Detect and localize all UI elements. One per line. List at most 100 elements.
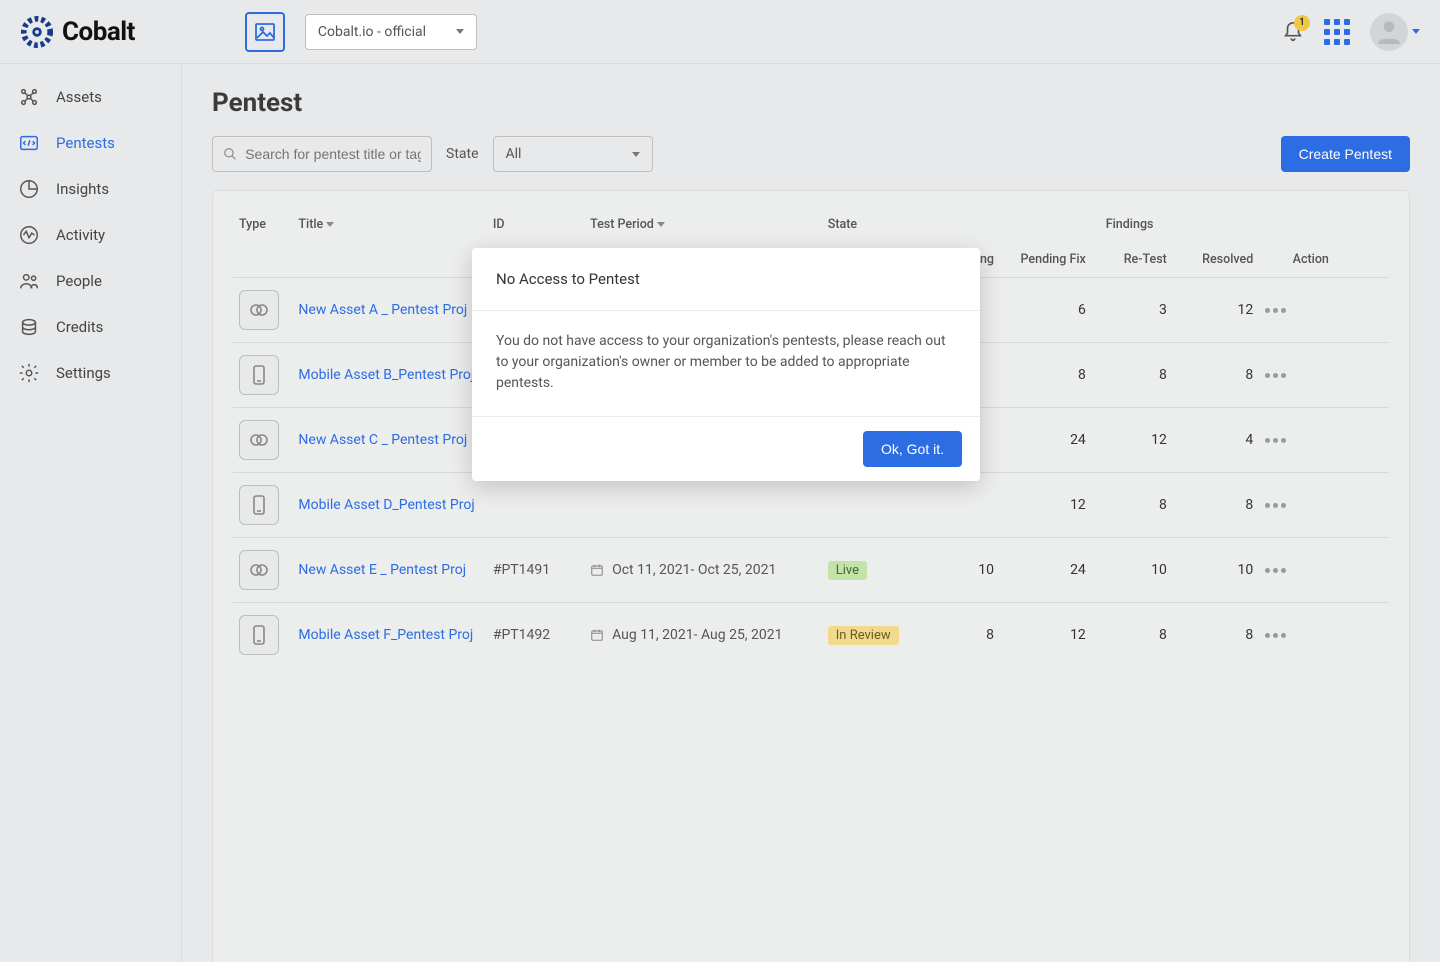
gear-icon <box>18 362 40 384</box>
pentest-title-link[interactable]: Mobile Asset D_Pentest Proj <box>298 497 474 513</box>
insights-icon <box>18 178 40 200</box>
brand-logo[interactable]: Cobalt <box>20 15 135 49</box>
row-action-menu[interactable] <box>1265 308 1329 313</box>
toolbar: State All Create Pentest <box>212 136 1410 172</box>
table-row: Mobile Asset D_Pentest Proj 12 8 8 <box>233 473 1389 538</box>
sidebar-item-insights[interactable]: Insights <box>0 166 181 212</box>
sidebar: Assets Pentests Insights Activity People <box>0 64 182 962</box>
state-filter-label: State <box>446 146 479 162</box>
pentest-title-link[interactable]: New Asset E _ Pentest Proj <box>298 562 466 578</box>
row-action-menu[interactable] <box>1265 503 1329 508</box>
cell-triaging: 10 <box>919 538 1000 603</box>
notification-badge: 1 <box>1294 15 1310 31</box>
pentest-title-link[interactable]: Mobile Asset B_Pentest Proj <box>298 367 474 383</box>
cell-pending-fix: 24 <box>1000 408 1092 473</box>
sidebar-item-label: Credits <box>56 318 103 336</box>
state-filter-select[interactable]: All <box>493 136 653 172</box>
web-icon <box>239 290 279 330</box>
search-box[interactable] <box>212 136 432 172</box>
sort-icon <box>326 222 334 227</box>
pentest-title-link[interactable]: Mobile Asset F_Pentest Proj <box>298 627 473 643</box>
org-selected-label: Cobalt.io - official <box>318 24 426 40</box>
state-badge: In Review <box>828 626 899 645</box>
avatar <box>1370 13 1408 51</box>
cell-retest: 8 <box>1092 473 1173 538</box>
cell-resolved: 10 <box>1173 538 1259 603</box>
image-placeholder-icon[interactable] <box>245 12 285 52</box>
assets-icon <box>18 86 40 108</box>
activity-icon <box>18 224 40 246</box>
col-resolved: Resolved <box>1173 242 1259 278</box>
no-access-modal: No Access to Pentest You do not have acc… <box>472 248 980 481</box>
web-icon <box>239 420 279 460</box>
col-state: State <box>822 207 919 242</box>
search-input[interactable] <box>245 146 421 162</box>
cell-retest: 3 <box>1092 278 1173 343</box>
sidebar-item-label: Insights <box>56 180 109 198</box>
sidebar-item-credits[interactable]: Credits <box>0 304 181 350</box>
apps-button[interactable] <box>1324 19 1350 45</box>
table-row: Mobile Asset F_Pentest Proj #PT1492 Aug … <box>233 603 1389 668</box>
row-action-menu[interactable] <box>1265 438 1329 443</box>
create-pentest-button[interactable]: Create Pentest <box>1281 136 1410 172</box>
pentest-title-link[interactable]: New Asset C _ Pentest Proj <box>298 432 467 448</box>
modal-ok-button[interactable]: Ok, Got it. <box>863 431 962 467</box>
sidebar-item-settings[interactable]: Settings <box>0 350 181 396</box>
cell-triaging: 8 <box>919 603 1000 668</box>
sidebar-item-label: Settings <box>56 364 111 382</box>
sidebar-item-label: Activity <box>56 226 105 244</box>
cell-triaging <box>919 473 1000 538</box>
notifications-button[interactable]: 1 <box>1282 21 1304 43</box>
cell-retest: 8 <box>1092 343 1173 408</box>
test-period: Oct 11, 2021- Oct 25, 2021 <box>590 562 816 578</box>
cell-pending-fix: 12 <box>1000 603 1092 668</box>
cell-resolved: 8 <box>1173 343 1259 408</box>
pentest-title-link[interactable]: New Asset A _ Pentest Proj <box>298 302 467 318</box>
row-action-menu[interactable] <box>1265 633 1329 638</box>
test-period: Aug 11, 2021- Aug 25, 2021 <box>590 627 816 643</box>
state-filter-value: All <box>506 146 522 162</box>
sidebar-item-label: Assets <box>56 88 102 106</box>
col-findings: Findings <box>1000 207 1259 242</box>
apps-grid-icon <box>1324 19 1350 45</box>
table-row: New Asset E _ Pentest Proj #PT1491 Oct 1… <box>233 538 1389 603</box>
sidebar-item-pentests[interactable]: Pentests <box>0 120 181 166</box>
brand-name: Cobalt <box>62 17 135 47</box>
user-menu[interactable] <box>1370 13 1420 51</box>
pentest-id: #PT1492 <box>493 627 550 643</box>
modal-title: No Access to Pentest <box>472 248 980 311</box>
col-type: Type <box>233 207 292 242</box>
pentest-id: #PT1491 <box>493 562 550 578</box>
web-icon <box>239 550 279 590</box>
cell-resolved: 12 <box>1173 278 1259 343</box>
col-title[interactable]: Title <box>292 207 486 242</box>
cell-pending-fix: 12 <box>1000 473 1092 538</box>
col-id: ID <box>487 207 584 242</box>
page-title: Pentest <box>212 88 1410 118</box>
sidebar-item-activity[interactable]: Activity <box>0 212 181 258</box>
row-action-menu[interactable] <box>1265 568 1329 573</box>
sidebar-item-people[interactable]: People <box>0 258 181 304</box>
modal-body: You do not have access to your organizat… <box>472 311 980 417</box>
row-action-menu[interactable] <box>1265 373 1329 378</box>
sidebar-item-label: Pentests <box>56 134 115 152</box>
cell-retest: 8 <box>1092 603 1173 668</box>
cell-resolved: 8 <box>1173 473 1259 538</box>
main-content: Pentest State All Create Pentest Type Ti… <box>182 64 1440 962</box>
state-badge: Live <box>828 561 867 580</box>
credits-icon <box>18 316 40 338</box>
org-select[interactable]: Cobalt.io - official <box>305 14 477 50</box>
chevron-down-icon <box>1412 29 1420 34</box>
cobalt-logo-icon <box>20 15 54 49</box>
col-test-period[interactable]: Test Period <box>584 207 822 242</box>
cell-retest: 12 <box>1092 408 1173 473</box>
cell-pending-fix: 24 <box>1000 538 1092 603</box>
header: Cobalt Cobalt.io - official 1 <box>0 0 1440 64</box>
sort-icon <box>657 222 665 227</box>
chevron-down-icon <box>456 29 464 34</box>
col-pending-fix: Pending Fix <box>1000 242 1092 278</box>
mobile-icon <box>239 355 279 395</box>
sidebar-item-assets[interactable]: Assets <box>0 74 181 120</box>
cell-retest: 10 <box>1092 538 1173 603</box>
search-icon <box>223 146 237 162</box>
